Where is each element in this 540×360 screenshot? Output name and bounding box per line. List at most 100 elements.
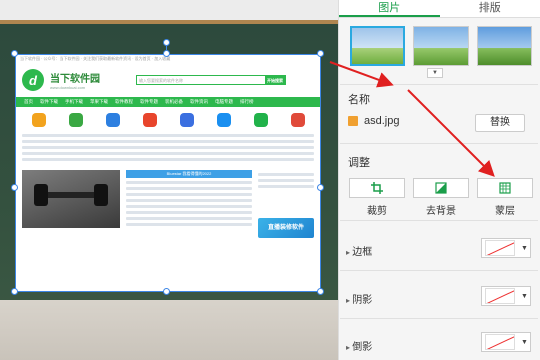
resize-handle-e[interactable] [317, 184, 324, 191]
news-row [126, 181, 252, 184]
reflection-row-label[interactable]: 倒影 [346, 338, 372, 353]
app-icon [179, 113, 194, 127]
reflection-swatch [485, 334, 515, 350]
resize-handle-w[interactable] [11, 184, 18, 191]
app-icon [253, 113, 268, 127]
canvas-area[interactable]: 当下软件园 · 公众号：当下软件园 · 关注我们获取最新软件资讯 · 设为首页 … [0, 0, 338, 360]
site-brand-name: 当下软件园 [50, 74, 100, 85]
app-icon [216, 113, 231, 127]
app-icon [290, 113, 305, 127]
remove-background-icon [413, 178, 469, 198]
mask-tool[interactable]: 蒙层 [475, 178, 535, 217]
site-nav-item: 软件教程 [115, 99, 133, 104]
reflection-dropdown[interactable]: ▼ [481, 332, 531, 352]
site-banner: Bluestar 我看得懂的2022 [126, 170, 252, 178]
crop-label: 裁剪 [367, 206, 387, 217]
file-name-row: asd.jpg [348, 115, 399, 127]
shadow-row-label[interactable]: 阴影 [346, 291, 372, 306]
site-nav-item: 软件下载 [40, 99, 58, 104]
site-featured-photo [22, 170, 120, 228]
border-swatch [485, 240, 515, 256]
style-thumbnails [339, 18, 540, 66]
crop-icon [349, 178, 405, 198]
link-row [22, 158, 314, 161]
shadow-swatch [485, 288, 515, 304]
news-row [126, 217, 252, 220]
site-search-placeholder: 输入您要搜索的软件名称 [139, 78, 183, 83]
link-row [22, 140, 314, 143]
link-row [22, 134, 314, 137]
floor-background [0, 300, 338, 360]
site-news-list: Bluestar 我看得懂的2022 [126, 170, 252, 238]
site-content: Bluestar 我看得懂的2022 直播装修软件 [16, 166, 320, 242]
panel-tabs: 图片 排版 [339, 0, 540, 18]
replace-button[interactable]: 替换 [475, 114, 525, 132]
panel-divider [340, 143, 538, 144]
site-ad-banner: 直播装修软件 [258, 218, 314, 238]
style-thumbnail[interactable] [350, 26, 406, 66]
app-icon [105, 113, 120, 127]
tab-layout[interactable]: 排版 [440, 0, 540, 17]
resize-handle-nw[interactable] [11, 50, 18, 57]
news-row [126, 193, 252, 196]
site-nav-item: 软件资讯 [190, 99, 208, 104]
chevron-down-icon: ▼ [521, 292, 528, 300]
site-logo: d [22, 69, 44, 91]
crop-tool[interactable]: 裁剪 [347, 178, 407, 217]
site-nav-item: 排行榜 [240, 99, 254, 104]
remove-background-label: 去背景 [426, 206, 456, 217]
resize-handle-n[interactable] [163, 50, 170, 57]
mask-icon [477, 178, 533, 198]
site-nav-item: 手机下载 [65, 99, 83, 104]
resize-handle-s[interactable] [163, 288, 170, 295]
mask-label: 蒙层 [495, 206, 515, 217]
panel-divider [340, 84, 538, 85]
site-domain: www.downkuai.com [50, 85, 86, 90]
news-row [126, 211, 252, 214]
site-app-icons [16, 107, 320, 129]
app-icon [68, 113, 83, 127]
site-brand: 当下软件园 www.downkuai.com [50, 70, 100, 90]
link-row [22, 152, 314, 155]
site-nav: 首页 软件下载 手机下载 苹果下载 软件教程 软件专题 装机必备 软件资讯 电脑… [16, 97, 320, 107]
site-header: d 当下软件园 www.downkuai.com 输入您要搜索的软件名称 开始搜… [16, 63, 320, 97]
site-link-rows [16, 129, 320, 166]
name-section-title: 名称 [348, 94, 370, 106]
news-row [126, 205, 252, 208]
site-ad: 直播装修软件 [258, 170, 314, 238]
adjust-section-title: 调整 [348, 157, 370, 169]
expand-thumbnails-button[interactable]: ▼ [427, 68, 443, 78]
border-dropdown[interactable]: ▼ [481, 238, 531, 258]
rotate-handle[interactable] [163, 39, 170, 46]
resize-handle-se[interactable] [317, 288, 324, 295]
shadow-dropdown[interactable]: ▼ [481, 286, 531, 306]
ad-row [258, 185, 314, 188]
resize-handle-ne[interactable] [317, 50, 324, 57]
site-search-button: 开始搜索 [265, 76, 285, 84]
style-thumbnail[interactable] [413, 26, 469, 66]
file-name: asd.jpg [364, 115, 400, 127]
chevron-down-icon: ▼ [521, 244, 528, 252]
app-icon [142, 113, 157, 127]
panel-divider [340, 220, 538, 221]
image-file-icon [348, 116, 358, 126]
app-icon [31, 113, 46, 127]
panel-divider [340, 318, 538, 319]
tab-image[interactable]: 图片 [339, 0, 440, 17]
site-nav-item: 软件专题 [140, 99, 158, 104]
news-row [126, 199, 252, 202]
selected-image[interactable]: 当下软件园 · 公众号：当下软件园 · 关注我们获取最新软件资讯 · 设为首页 … [15, 54, 321, 292]
news-row [126, 223, 252, 226]
style-thumbnail[interactable] [476, 26, 532, 66]
ad-row [258, 179, 314, 182]
site-nav-item: 苹果下载 [90, 99, 108, 104]
remove-background-tool[interactable]: 去背景 [411, 178, 471, 217]
ad-row [258, 173, 314, 176]
link-row [22, 146, 314, 149]
border-row-label[interactable]: 边框 [346, 243, 372, 258]
resize-handle-sw[interactable] [11, 288, 18, 295]
site-nav-item: 装机必备 [165, 99, 183, 104]
panel-divider [340, 270, 538, 271]
site-nav-item: 电脑专题 [215, 99, 233, 104]
chevron-down-icon: ▼ [521, 338, 528, 346]
